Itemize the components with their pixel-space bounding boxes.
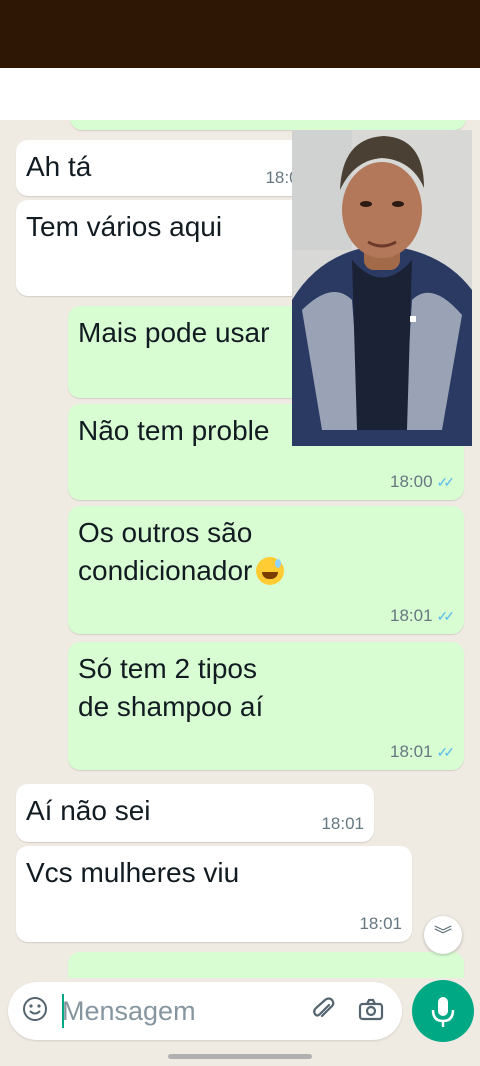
message-bubble[interactable]: Só tem 2 tipos de shampoo aí 18:01 ✓✓ xyxy=(68,642,464,770)
message-time: 18:00 ✓✓ xyxy=(390,472,456,492)
read-ticks-icon: ✓✓ xyxy=(436,607,456,624)
emoji-icon[interactable] xyxy=(20,996,50,1026)
emoji-icon-svg xyxy=(23,997,47,1021)
message-bubble[interactable]: Aí não sei 18:01 xyxy=(16,784,374,842)
grinning-sweat-emoji-icon xyxy=(256,556,285,585)
message-time: 18:01 ✓✓ xyxy=(390,742,456,762)
message-bubble[interactable]: Ah tá 18:00 xyxy=(16,140,318,196)
message-text: Aí não sei xyxy=(26,795,151,826)
message-time: 18:01 ✓✓ xyxy=(390,606,456,626)
message-text: Tem vários aqui xyxy=(26,211,223,242)
status-bar xyxy=(0,0,480,68)
read-ticks-icon: ✓✓ xyxy=(436,743,456,760)
message-text: Só tem 2 tipos de shampoo aí xyxy=(78,653,264,722)
read-ticks-icon: ✓✓ xyxy=(436,473,456,490)
message-text: Não tem proble xyxy=(78,415,270,446)
camera-icon[interactable] xyxy=(356,996,386,1026)
message-input[interactable]: Mensagem xyxy=(62,992,196,1030)
paperclip-icon-svg xyxy=(313,997,335,1018)
message-bubble-cut-bottom[interactable] xyxy=(68,952,464,978)
home-indicator xyxy=(168,1054,312,1059)
message-text-content: Os outros são condicionador xyxy=(78,517,253,586)
message-composer[interactable]: Mensagem xyxy=(8,982,402,1040)
message-time: 18:01 xyxy=(359,914,402,933)
message-text: Vcs mulheres viu xyxy=(26,857,240,888)
message-text: Ah tá xyxy=(26,151,92,182)
message-bubble[interactable]: Tem vários aqui xyxy=(16,200,318,296)
message-text: Mais pode usar xyxy=(78,317,270,348)
double-chevron-down-icon: ︾ xyxy=(434,925,452,945)
message-bubble[interactable]: Vcs mulheres viu 18:01 xyxy=(16,846,412,942)
video-overlay[interactable] xyxy=(292,130,472,446)
message-text: Os outros são condicionador xyxy=(78,514,285,590)
paperclip-icon[interactable] xyxy=(308,996,338,1026)
message-bubble[interactable]: Os outros são condicionador 18:01 ✓✓ xyxy=(68,506,464,634)
message-bubble-cut-top[interactable] xyxy=(70,120,466,130)
app-header xyxy=(0,68,480,120)
scroll-to-bottom-button[interactable]: ︾ xyxy=(424,916,462,954)
microphone-icon xyxy=(431,997,455,1027)
voice-message-button[interactable] xyxy=(412,980,474,1042)
camera-icon-svg xyxy=(358,998,384,1021)
message-time: 18:01 xyxy=(321,814,364,833)
person-video-image xyxy=(292,130,472,446)
